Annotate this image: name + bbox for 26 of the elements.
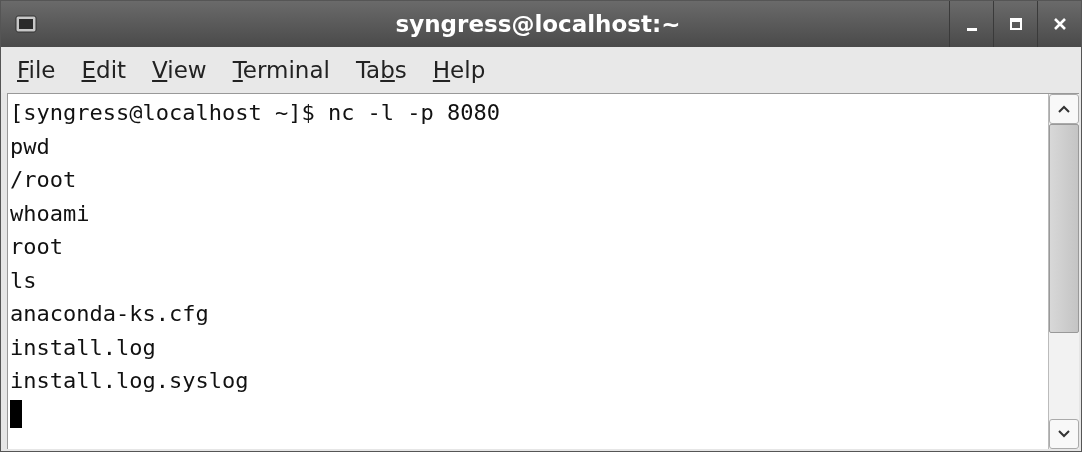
menu-item[interactable]: Terminal (222, 55, 340, 85)
terminal-line: root (10, 233, 63, 261)
scroll-up-button[interactable] (1049, 94, 1079, 124)
terminal-line: pwd (10, 132, 50, 161)
terminal-line: /root (10, 166, 77, 194)
terminal-line: ls (10, 266, 37, 295)
scrollbar-thumb[interactable] (1049, 124, 1079, 333)
scroll-down-button[interactable] (1049, 419, 1079, 449)
menu-item[interactable]: File (7, 55, 66, 85)
scrollbar[interactable] (1048, 94, 1079, 449)
menu-item[interactable]: Tabs (345, 55, 417, 85)
terminal-line: install.log.syslog (10, 367, 249, 395)
terminal-icon (15, 15, 37, 33)
window-title: syngress@localhost:~ (394, 11, 682, 37)
chevron-up-icon (1057, 104, 1071, 114)
minimize-icon (966, 27, 977, 31)
terminal-line: install.log (10, 333, 156, 362)
terminal-line: whoami (10, 199, 90, 228)
menu-item[interactable]: View (142, 55, 217, 85)
terminal-line: [syngress@localhost ~]$ nc -l -p 8080 (10, 99, 501, 127)
chevron-down-icon (1057, 429, 1071, 439)
menu-item[interactable]: Edit (71, 55, 137, 85)
maximize-icon (1008, 17, 1023, 31)
menu-item[interactable]: Help (422, 55, 496, 85)
terminal-line: anaconda-ks.cfg (10, 300, 209, 328)
close-icon (1052, 17, 1067, 31)
